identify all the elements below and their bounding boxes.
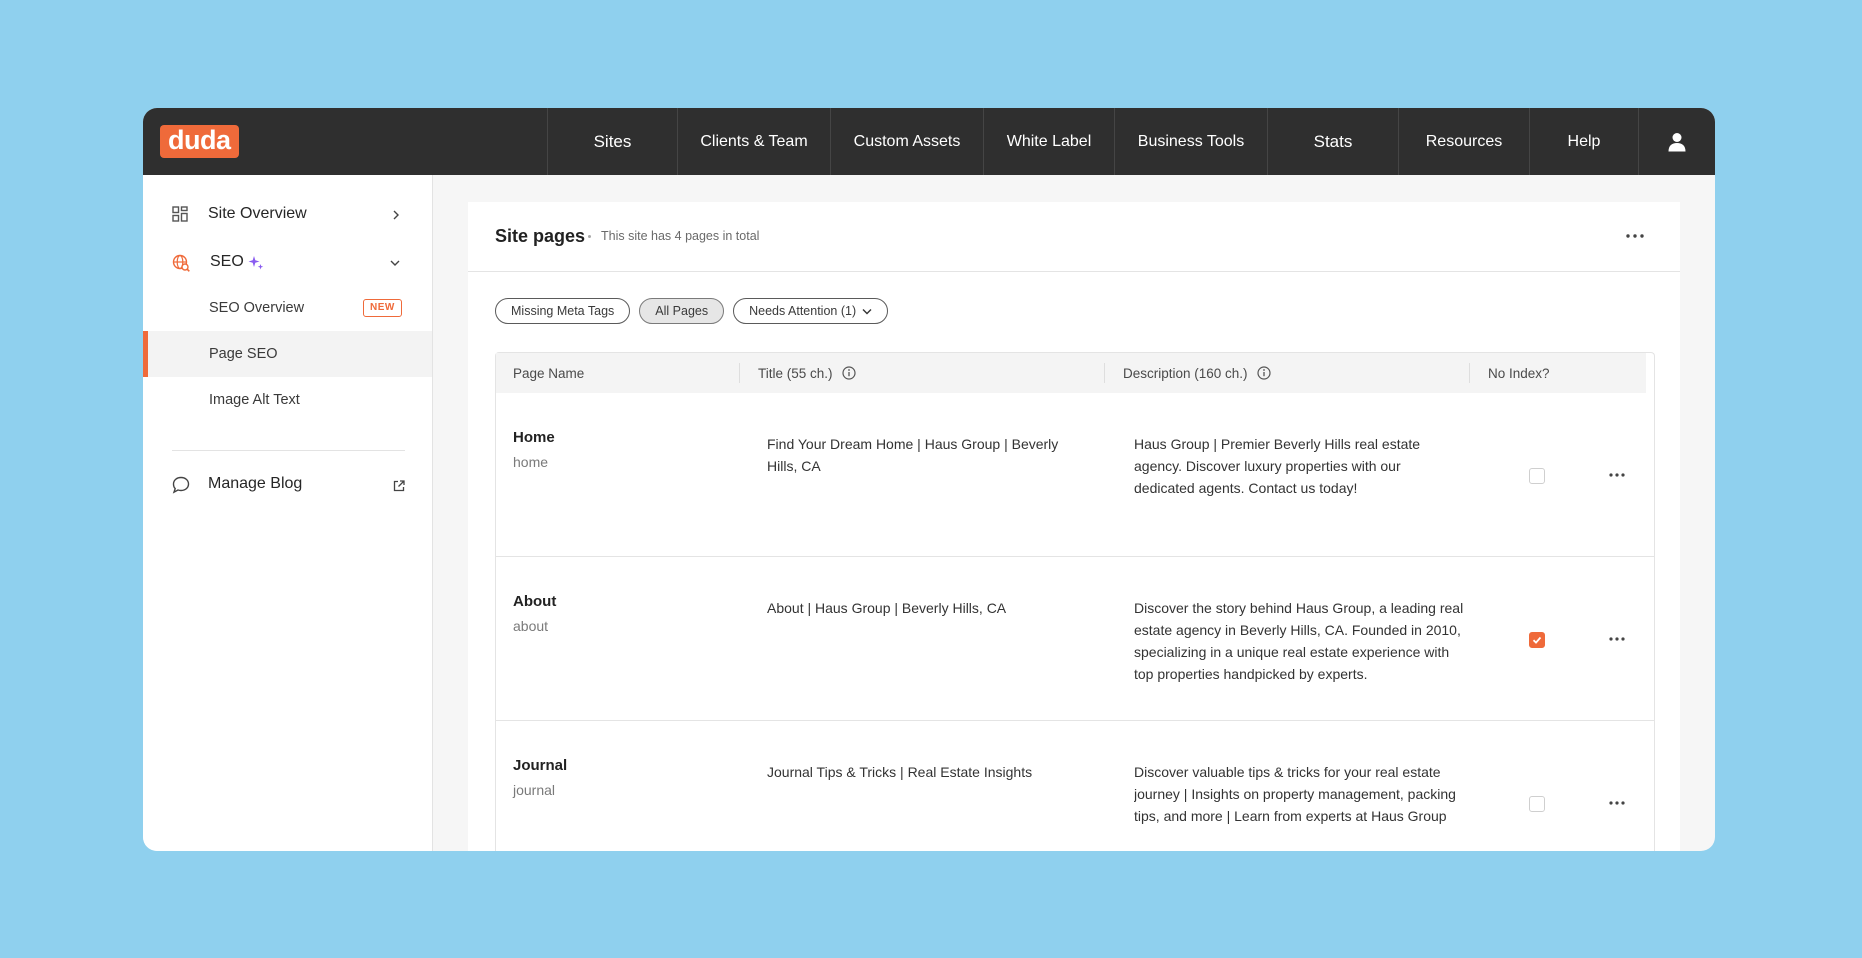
page-name: About — [513, 593, 557, 610]
separator-dot — [588, 235, 591, 238]
no-index-checkbox[interactable] — [1529, 632, 1545, 648]
external-link-icon — [393, 480, 405, 492]
user-icon — [1668, 132, 1685, 151]
duda-logo[interactable]: duda — [160, 125, 239, 158]
page-count-text: This site has 4 pages in total — [601, 229, 760, 243]
sidebar-item-label: SEO — [210, 253, 244, 270]
column-header-label: Description (160 ch.) — [1123, 365, 1248, 381]
top-navigation-bar: duda Sites Clients & Team Custom Assets … — [143, 108, 1715, 175]
page-description-cell[interactable]: Discover valuable tips & tricks for your… — [1134, 761, 1464, 827]
filter-label: Needs Attention (1) — [749, 304, 857, 318]
page-name: Home — [513, 429, 555, 446]
column-header-page-name: Page Name — [513, 365, 585, 381]
page-slug: journal — [513, 782, 556, 798]
nav-business-tools[interactable]: Business Tools — [1114, 108, 1267, 175]
nav-resources[interactable]: Resources — [1398, 108, 1529, 175]
page-description-cell[interactable]: Discover the story behind Haus Group, a … — [1134, 597, 1464, 685]
page-description-cell[interactable]: Haus Group | Premier Beverly Hills real … — [1134, 433, 1464, 499]
filter-missing-meta-tags[interactable]: Missing Meta Tags — [495, 298, 631, 324]
chat-bubble-icon — [172, 476, 190, 494]
nav-help[interactable]: Help — [1529, 108, 1638, 175]
pages-table: Page Name Title (55 ch.) Description (16… — [495, 352, 1655, 851]
table-row: Journal journal Journal Tips & Tricks | … — [496, 721, 1654, 851]
page-title-cell[interactable]: Find Your Dream Home | Haus Group | Beve… — [767, 433, 1087, 477]
sidebar-item-manage-blog[interactable]: Manage Blog — [143, 464, 432, 504]
info-icon[interactable] — [1256, 366, 1271, 380]
page-name: Journal — [513, 757, 568, 774]
no-index-checkbox[interactable] — [1529, 796, 1545, 812]
app-window: duda Sites Clients & Team Custom Assets … — [143, 108, 1715, 851]
sidebar-item-page-seo[interactable]: Page SEO — [143, 331, 432, 377]
page-title-cell[interactable]: About | Haus Group | Beverly Hills, CA — [767, 597, 1087, 619]
table-row: Home home Find Your Dream Home | Haus Gr… — [496, 393, 1654, 557]
page-title: Site pages — [495, 226, 586, 246]
column-divider — [739, 363, 740, 383]
sidebar-item-label: Site Overview — [208, 205, 307, 222]
nav-stats[interactable]: Stats — [1267, 108, 1398, 175]
sidebar-item-seo[interactable]: SEO — [143, 243, 432, 283]
nav-sites[interactable]: Sites — [547, 108, 677, 175]
column-header-title: Title (55 ch.) — [758, 353, 856, 393]
user-menu-button[interactable] — [1638, 108, 1714, 175]
sidebar-item-site-overview[interactable]: Site Overview — [143, 195, 432, 235]
grid-icon — [172, 206, 188, 222]
nav-white-label[interactable]: White Label — [983, 108, 1114, 175]
sidebar-divider — [172, 450, 405, 451]
more-horizontal-icon — [1626, 234, 1644, 238]
more-horizontal-icon — [1609, 473, 1625, 477]
checkmark-icon — [1532, 636, 1542, 644]
chevron-down-icon — [862, 308, 872, 314]
main-nav: Sites Clients & Team Custom Assets White… — [547, 108, 1714, 175]
page-name-cell: About about — [513, 593, 556, 634]
sidebar: Site Overview SEO SEO Overview NEW Page … — [143, 175, 433, 851]
page-name-cell: Journal journal — [513, 757, 567, 798]
row-more-button[interactable] — [1605, 465, 1629, 485]
info-icon[interactable] — [841, 366, 856, 380]
sidebar-item-label: SEO Overview — [209, 300, 305, 316]
page-slug: about — [513, 618, 549, 634]
panel-more-button[interactable] — [1622, 224, 1648, 248]
column-divider — [1104, 363, 1105, 383]
more-horizontal-icon — [1609, 637, 1625, 641]
filter-needs-attention[interactable]: Needs Attention (1) — [733, 298, 889, 324]
sidebar-item-label: Manage Blog — [208, 475, 303, 492]
sparkle-icon — [248, 256, 264, 270]
new-badge: NEW — [363, 299, 402, 317]
nav-clients-team[interactable]: Clients & Team — [677, 108, 830, 175]
panel-header: Site pages This site has 4 pages in tota… — [468, 202, 1680, 272]
table-row: About about About | Haus Group | Beverly… — [496, 557, 1654, 721]
filter-all-pages[interactable]: All Pages — [639, 298, 725, 324]
no-index-checkbox[interactable] — [1529, 468, 1545, 484]
page-name-cell: Home home — [513, 429, 555, 470]
page-title-cell[interactable]: Journal Tips & Tricks | Real Estate Insi… — [767, 761, 1087, 783]
column-header-label: Title (55 ch.) — [758, 365, 833, 381]
sidebar-item-image-alt-text[interactable]: Image Alt Text — [143, 377, 432, 423]
table-header: Page Name Title (55 ch.) Description (16… — [496, 353, 1646, 393]
site-pages-panel: Site pages This site has 4 pages in tota… — [468, 202, 1680, 851]
column-header-no-index: No Index? — [1488, 365, 1550, 381]
sidebar-item-seo-overview[interactable]: SEO Overview NEW — [143, 285, 432, 331]
sidebar-item-label: Page SEO — [209, 346, 278, 362]
sidebar-item-label: Image Alt Text — [209, 392, 300, 408]
page-slug: home — [513, 454, 549, 470]
chevron-down-icon — [390, 260, 400, 266]
row-more-button[interactable] — [1605, 629, 1629, 649]
column-divider — [1469, 363, 1470, 383]
filter-chips: Missing Meta Tags All Pages Needs Attent… — [495, 298, 889, 324]
more-horizontal-icon — [1609, 801, 1625, 805]
column-header-description: Description (160 ch.) — [1123, 353, 1271, 393]
row-more-button[interactable] — [1605, 793, 1629, 813]
nav-custom-assets[interactable]: Custom Assets — [830, 108, 983, 175]
chevron-right-icon — [393, 210, 399, 220]
globe-search-icon — [172, 254, 190, 272]
